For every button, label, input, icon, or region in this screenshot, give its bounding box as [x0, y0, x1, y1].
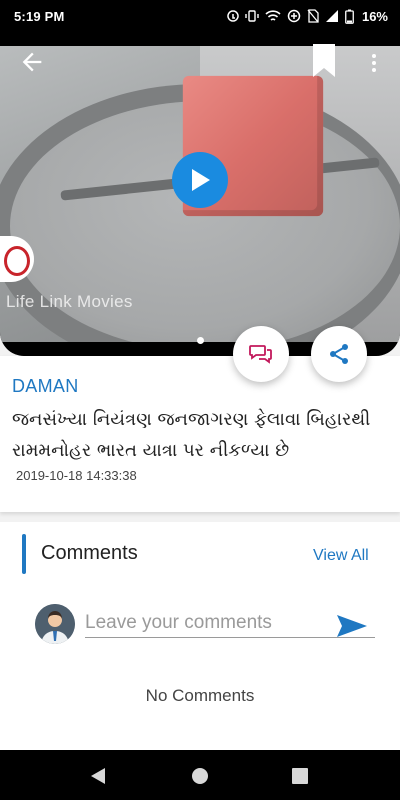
alarm-icon: [227, 10, 239, 22]
article-location: DAMAN: [12, 376, 79, 396]
share-icon: [330, 344, 348, 364]
bookmark-icon: [313, 44, 335, 77]
bookmark-button[interactable]: [312, 44, 336, 78]
system-nav-bar: [0, 750, 400, 800]
back-button[interactable]: [18, 48, 46, 76]
view-all-link[interactable]: View All: [313, 547, 369, 565]
comments-section: Comments View All No Comments: [0, 522, 400, 750]
chat-bubbles-icon: [249, 345, 272, 364]
vibrate-icon: [245, 10, 259, 22]
send-comment-button[interactable]: [336, 614, 368, 638]
comment-input[interactable]: [85, 610, 335, 636]
more-dot: [372, 68, 376, 72]
user-avatar-icon: [35, 604, 75, 644]
video-card: Life Link Movies: [0, 32, 400, 356]
triangle-back-icon: [91, 768, 105, 784]
signal-icon: [325, 10, 338, 22]
play-button[interactable]: [172, 152, 228, 208]
square-recents-icon: [292, 768, 308, 784]
section-accent-bar: [22, 534, 26, 574]
comment-input-wrap: [85, 610, 375, 638]
no-sim-icon: [307, 9, 319, 23]
nav-back-button[interactable]: [88, 765, 110, 787]
more-dot: [372, 54, 376, 58]
battery-icon: [345, 9, 354, 24]
no-comments-text: No Comments: [145, 686, 255, 705]
video-watermark: Life Link Movies: [6, 292, 133, 311]
battery-percent: 16%: [361, 8, 388, 24]
status-bar: 5:19 PM 16%: [0, 0, 400, 32]
send-icon: [337, 615, 367, 637]
nav-home-button[interactable]: [189, 765, 211, 787]
data-saver-icon: [287, 9, 301, 23]
user-avatar: [35, 604, 75, 644]
nav-recents-button[interactable]: [289, 765, 311, 787]
article-headline: જનસંખ્યા નિયંત્રણ જનજાગરણ ફેલાવા બિહારથી…: [12, 409, 371, 461]
circle-home-icon: [192, 768, 208, 784]
play-icon: [192, 169, 210, 191]
status-icons: 16%: [227, 9, 388, 24]
carousel-indicator: [197, 337, 204, 344]
more-dot: [372, 61, 376, 65]
comment-button[interactable]: [233, 326, 289, 382]
article-timestamp: 2019-10-18 14:33:38: [16, 468, 137, 483]
status-time: 5:19 PM: [14, 8, 65, 24]
arrow-back-icon: [22, 52, 42, 72]
share-button[interactable]: [311, 326, 367, 382]
wifi-icon: [265, 10, 281, 21]
comments-title: Comments: [41, 542, 138, 564]
more-options-button[interactable]: [366, 48, 382, 78]
